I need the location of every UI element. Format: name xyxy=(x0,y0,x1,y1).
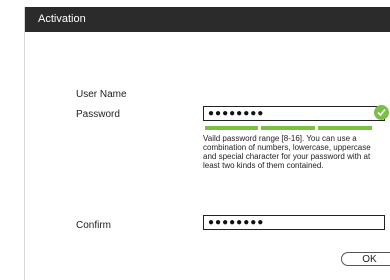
strength-segment-weak xyxy=(205,126,258,130)
strength-segment-strong xyxy=(318,126,372,130)
password-hint-text: Vaild password range [8-16]. You can use… xyxy=(203,134,371,170)
ok-button[interactable]: OK xyxy=(341,252,390,266)
password-label: Password xyxy=(76,109,120,120)
activation-dialog: Activation User Name Password ●●●●●●●● V… xyxy=(24,7,390,280)
dialog-titlebar: Activation xyxy=(25,7,390,32)
password-input[interactable]: ●●●●●●●● xyxy=(203,106,385,121)
confirm-password-input[interactable]: ●●●●●●●● xyxy=(203,215,385,230)
strength-segment-medium xyxy=(261,126,315,130)
check-circle-icon xyxy=(374,105,389,120)
password-strength-meter xyxy=(205,126,385,130)
confirm-label: Confirm xyxy=(76,220,112,231)
dialog-title: Activation xyxy=(38,13,86,25)
user-name-label: User Name xyxy=(76,89,127,100)
